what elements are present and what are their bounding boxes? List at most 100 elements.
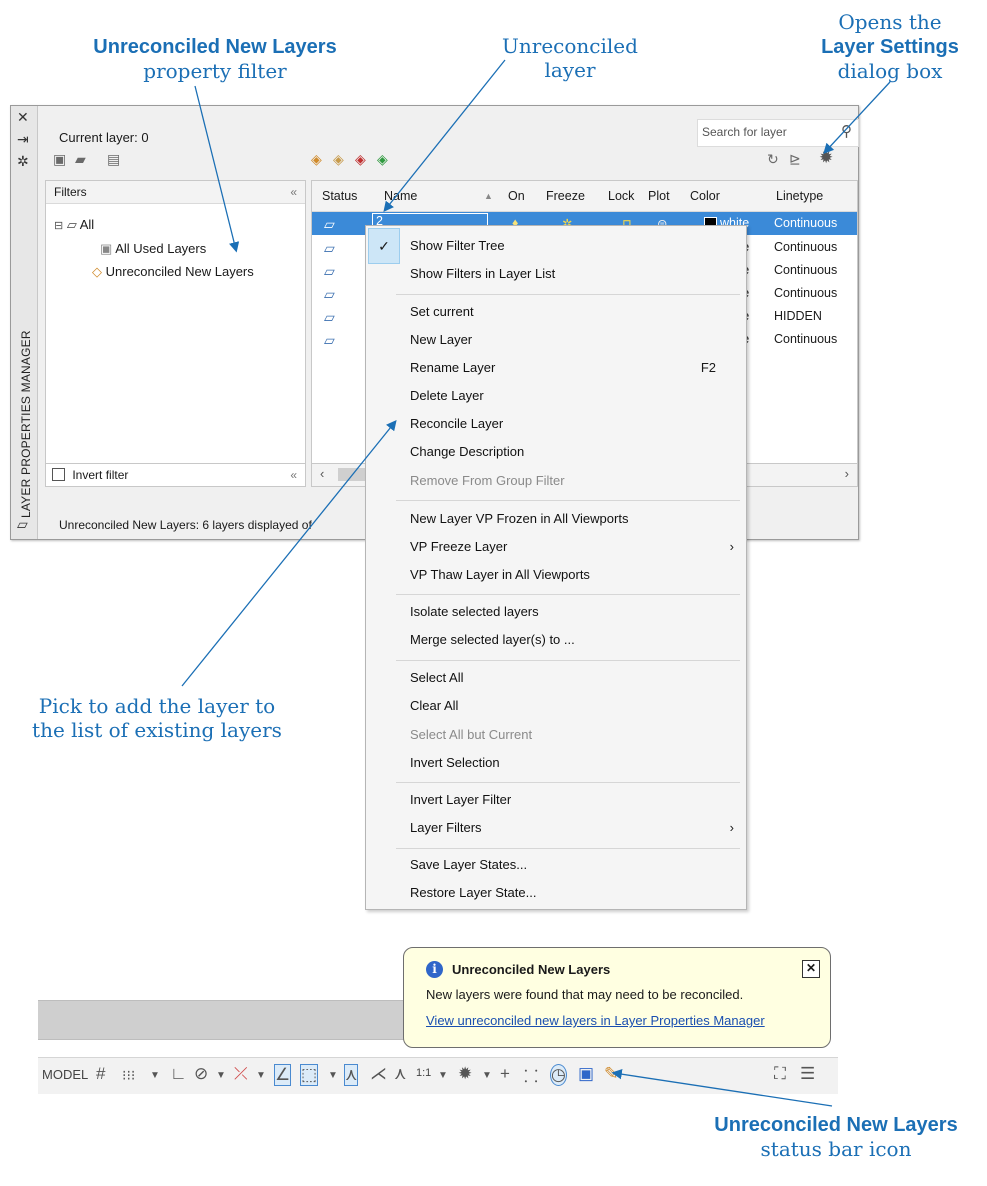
menu-item-merge-selected-layers[interactable]: Merge selected layer(s) to ...: [410, 632, 575, 647]
snap-icon[interactable]: ⁝⁝⁝: [122, 1067, 135, 1084]
dropdown-arrow-icon[interactable]: ▼: [256, 1070, 266, 1081]
properties-gear-icon[interactable]: ✲: [17, 153, 29, 170]
statusicon-callout-bold: Unreconciled New Layers: [714, 1114, 958, 1136]
tree-collapse-icon[interactable]: ⊟: [54, 220, 63, 232]
column-name[interactable]: Name: [384, 189, 417, 203]
layer-settings-gear-icon[interactable]: ✹: [819, 148, 833, 168]
collapse-filters-icon[interactable]: «: [290, 181, 297, 203]
column-status[interactable]: Status: [322, 189, 357, 203]
menu-item-set-current[interactable]: Set current: [410, 304, 474, 319]
autohide-icon[interactable]: ⇥: [17, 131, 29, 148]
menu-item-show-filter-tree[interactable]: Show Filter Tree: [410, 238, 505, 253]
layer-linetype[interactable]: Continuous: [774, 332, 837, 346]
tree-item-all-used-layers[interactable]: ▣ All Used Layers: [100, 241, 206, 257]
delete-layer-icon[interactable]: ◈: [355, 151, 366, 168]
menu-item-layer-filters[interactable]: Layer Filters: [410, 820, 482, 835]
balloon-close-icon[interactable]: ✕: [802, 960, 820, 978]
statusicon-callout: Unreconciled New Layers status bar icon: [706, 1112, 966, 1161]
scroll-right-icon[interactable]: ›: [845, 466, 849, 481]
column-linetype[interactable]: Linetype: [776, 189, 823, 203]
auto-scale-icon[interactable]: ⋌: [370, 1064, 387, 1084]
menu-item-invert-layer-filter[interactable]: Invert Layer Filter: [410, 792, 511, 807]
new-layer-vp-frozen-icon[interactable]: ◈: [333, 151, 344, 168]
object-snap-icon[interactable]: ⬚: [300, 1064, 319, 1086]
menu-item-reconcile-layer[interactable]: Reconcile Layer: [410, 416, 503, 431]
rename-shortcut: F2: [700, 360, 716, 375]
scroll-left-icon[interactable]: ‹: [320, 466, 324, 481]
set-current-icon[interactable]: ◈: [377, 151, 388, 168]
annotation-visibility-icon[interactable]: ⋏: [344, 1064, 359, 1086]
dropdown-arrow-icon[interactable]: ▼: [150, 1070, 160, 1081]
invert-filter-checkbox[interactable]: [52, 468, 65, 481]
tree-item-all[interactable]: ⊟ ▱ All: [54, 217, 94, 233]
menu-item-vp-thaw-layer[interactable]: VP Thaw Layer in All Viewports: [410, 567, 590, 582]
layer-settings-dropdown-icon[interactable]: ⊵: [789, 151, 801, 168]
layer-states-manager-icon[interactable]: ▤: [107, 151, 120, 168]
layer-linetype[interactable]: Continuous: [774, 286, 837, 300]
new-group-filter-icon[interactable]: ▰: [75, 151, 86, 168]
workspace-gear-icon[interactable]: ✹: [458, 1064, 472, 1084]
column-lock[interactable]: Lock: [608, 189, 634, 203]
ortho-icon[interactable]: ∟: [170, 1064, 187, 1084]
tree-item-unreconciled-new-layers[interactable]: ◇ Unreconciled New Layers: [92, 264, 254, 280]
menu-item-restore-layer-state[interactable]: Restore Layer State...: [410, 885, 536, 900]
info-icon: i: [426, 961, 443, 978]
menu-item-select-all[interactable]: Select All: [410, 670, 463, 685]
close-icon[interactable]: ✕: [17, 109, 29, 126]
menu-item-remove-from-group-filter: Remove From Group Filter: [410, 473, 565, 488]
menu-item-vp-freeze-layer[interactable]: VP Freeze Layer: [410, 539, 507, 554]
submenu-arrow-icon: ›: [729, 820, 734, 835]
search-layer-input[interactable]: Search for layer ⚲: [697, 119, 859, 147]
menu-item-invert-selection[interactable]: Invert Selection: [410, 755, 500, 770]
menu-item-new-layer-vp-frozen[interactable]: New Layer VP Frozen in All Viewports: [410, 511, 628, 526]
layer-linetype[interactable]: Continuous: [774, 216, 837, 230]
grid-icon[interactable]: #: [96, 1064, 105, 1084]
layer-linetype[interactable]: Continuous: [774, 240, 837, 254]
model-space-button[interactable]: MODEL: [42, 1067, 88, 1082]
column-freeze[interactable]: Freeze: [546, 189, 585, 203]
menu-separator: [396, 848, 740, 849]
dropdown-arrow-icon[interactable]: ▼: [438, 1070, 448, 1081]
view-unreconciled-layers-link[interactable]: View unreconciled new layers in Layer Pr…: [426, 1013, 765, 1028]
dropdown-arrow-icon[interactable]: ▼: [482, 1070, 492, 1081]
menu-item-isolate-selected-layers[interactable]: Isolate selected layers: [410, 604, 539, 619]
collapse-filters-bottom-icon[interactable]: «: [290, 464, 297, 486]
units-icon[interactable]: ⸬: [524, 1064, 538, 1087]
annotation-scale-value[interactable]: 1:1: [416, 1067, 431, 1079]
customization-menu-icon[interactable]: ☰: [800, 1064, 815, 1084]
menu-item-clear-all[interactable]: Clear All: [410, 698, 458, 713]
menu-item-new-layer[interactable]: New Layer: [410, 332, 472, 347]
menu-item-save-layer-states[interactable]: Save Layer States...: [410, 857, 527, 872]
unreconciled-layers-icon[interactable]: ✎: [604, 1064, 618, 1084]
layer-status-icon: ▱: [324, 263, 335, 279]
filter-callout-rest: property filter: [143, 59, 287, 83]
invert-filter-row: Invert filter «: [45, 463, 306, 487]
isodraft-icon[interactable]: ⤫: [234, 1064, 248, 1084]
layer-linetype[interactable]: Continuous: [774, 263, 837, 277]
menu-separator: [396, 594, 740, 595]
lock-ui-icon[interactable]: ▣: [578, 1064, 594, 1084]
new-layer-icon[interactable]: ◈: [311, 151, 322, 168]
polar-tracking-icon[interactable]: ⊘: [194, 1064, 208, 1084]
menu-item-rename-layer[interactable]: Rename Layer: [410, 360, 495, 375]
dropdown-arrow-icon[interactable]: ▼: [216, 1070, 226, 1081]
new-property-filter-icon[interactable]: ▣: [53, 151, 66, 168]
menu-item-show-filters-in-layer-list[interactable]: Show Filters in Layer List: [410, 266, 555, 281]
filters-header: Filters «: [46, 181, 305, 204]
refresh-icon[interactable]: ↻: [767, 151, 779, 168]
column-plot[interactable]: Plot: [648, 189, 670, 203]
dropdown-arrow-icon[interactable]: ▼: [328, 1070, 338, 1081]
column-on[interactable]: On: [508, 189, 525, 203]
palette-title-strip[interactable]: ✕ ⇥ ✲ LAYER PROPERTIES MANAGER ▱: [11, 106, 38, 539]
clean-screen-icon[interactable]: ⛶: [774, 1064, 786, 1084]
annotation-monitor-icon[interactable]: +: [500, 1064, 510, 1084]
menu-item-delete-layer[interactable]: Delete Layer: [410, 388, 484, 403]
quick-properties-icon[interactable]: ◷: [550, 1064, 567, 1086]
menu-item-change-description[interactable]: Change Description: [410, 444, 524, 459]
annotation-scale-icon[interactable]: ⋏: [394, 1064, 406, 1084]
menu-separator: [396, 294, 740, 295]
column-color[interactable]: Color: [690, 189, 720, 203]
layer-linetype[interactable]: HIDDEN: [774, 309, 822, 323]
search-placeholder: Search for layer: [702, 125, 787, 139]
object-snap-tracking-icon[interactable]: ∠: [274, 1064, 292, 1086]
